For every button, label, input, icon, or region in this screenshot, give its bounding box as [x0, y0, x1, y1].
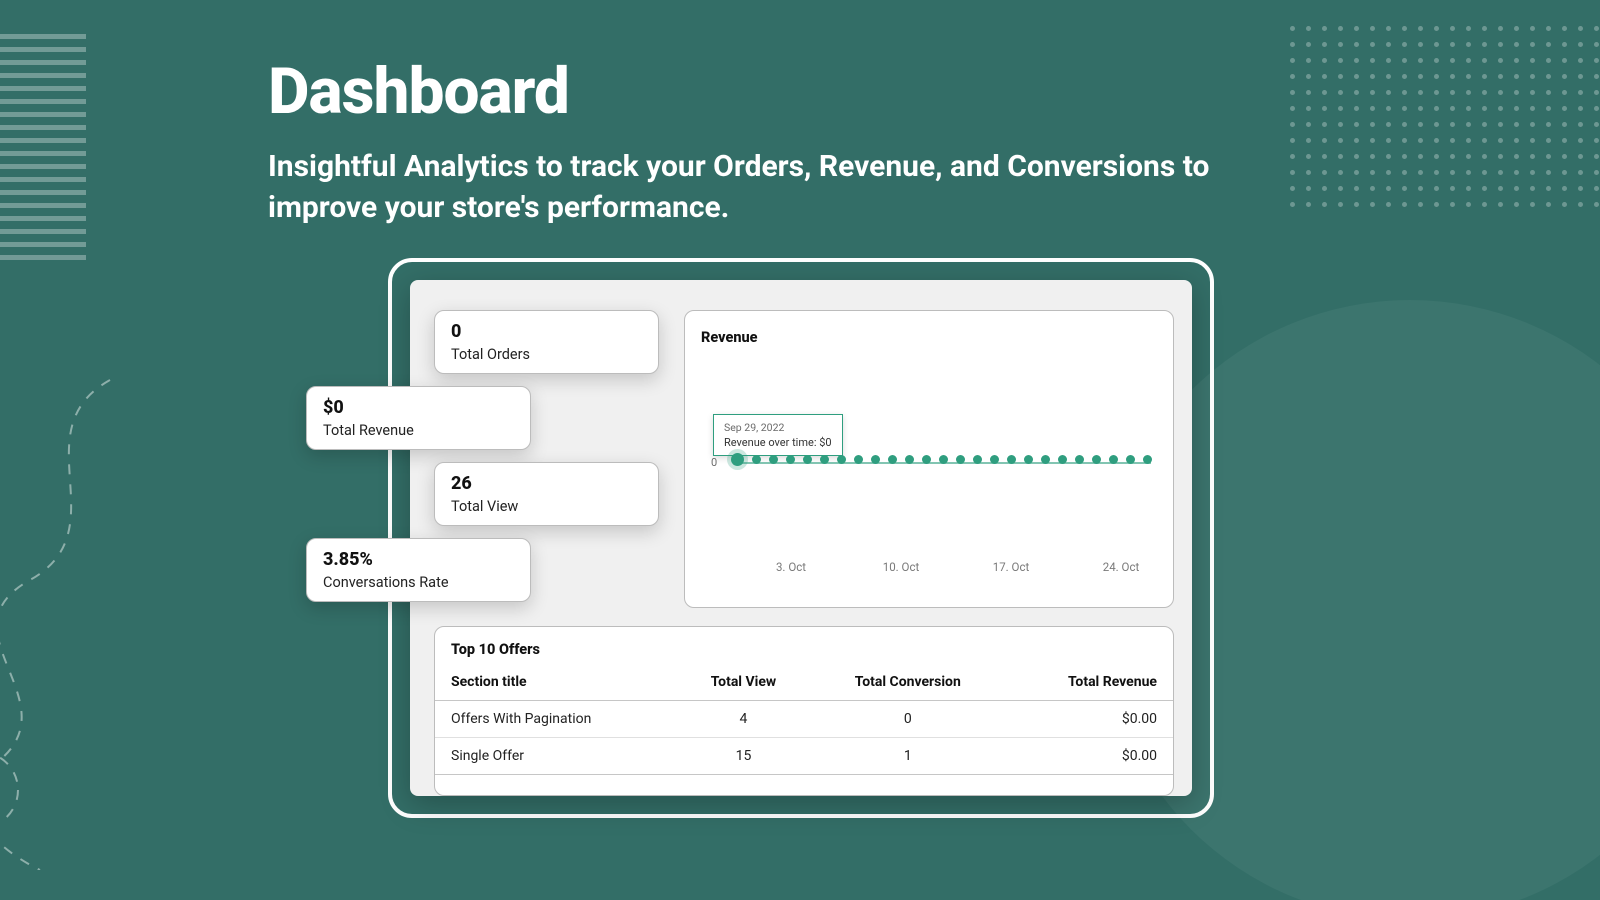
chart-points	[731, 455, 1155, 466]
decoration-squiggle	[0, 370, 160, 870]
metric-total-orders: 0 Total Orders	[434, 310, 659, 374]
table-header-row: Section title Total View Total Conversio…	[435, 664, 1173, 701]
cell-section-title: Single Offer	[435, 738, 675, 775]
cell-total-view: 4	[675, 701, 811, 738]
table-row[interactable]: Single Offer 15 1 $0.00	[435, 738, 1173, 775]
cell-total-view: 15	[675, 738, 811, 775]
col-total-conversion: Total Conversion	[811, 664, 1004, 701]
x-tick: 24. Oct	[1091, 560, 1151, 574]
cell-total-revenue: $0.00	[1004, 701, 1173, 738]
x-axis-ticks: 3. Oct 10. Oct 17. Oct 24. Oct	[761, 560, 1151, 574]
metric-value: 26	[451, 473, 642, 494]
x-tick: 10. Oct	[871, 560, 931, 574]
col-total-view: Total View	[675, 664, 811, 701]
table-row[interactable]: Offers With Pagination 4 0 $0.00	[435, 701, 1173, 738]
table-title: Top 10 Offers	[435, 641, 1173, 664]
metric-label: Total View	[451, 498, 642, 515]
metric-value: 0	[451, 321, 642, 342]
chart-title: Revenue	[701, 329, 1157, 346]
chart-point-highlighted	[731, 453, 744, 466]
tooltip-value: Revenue over time: $0	[724, 436, 832, 449]
decoration-stripes	[0, 34, 86, 260]
metric-value: $0	[323, 397, 514, 418]
cell-total-conversion: 0	[811, 701, 1004, 738]
page-header: Dashboard Insightful Analytics to track …	[268, 54, 1400, 228]
chart-tooltip: Sep 29, 2022 Revenue over time: $0	[713, 414, 843, 456]
cell-section-title: Offers With Pagination	[435, 701, 675, 738]
cell-total-revenue: $0.00	[1004, 738, 1173, 775]
metric-conversion-rate: 3.85% Conversations Rate	[306, 538, 531, 602]
chart-area[interactable]: Sep 29, 2022 Revenue over time: $0 0 3. …	[701, 354, 1157, 574]
metric-total-revenue: $0 Total Revenue	[306, 386, 531, 450]
top-offers-card: Top 10 Offers Section title Total View T…	[434, 626, 1174, 796]
revenue-chart-card: Revenue Sep 29, 2022 Revenue over time: …	[684, 310, 1174, 608]
metric-label: Total Revenue	[323, 422, 514, 439]
x-tick: 17. Oct	[981, 560, 1041, 574]
metric-label: Conversations Rate	[323, 574, 514, 591]
cell-total-conversion: 1	[811, 738, 1004, 775]
y-axis-zero: 0	[711, 456, 717, 469]
page-subtitle: Insightful Analytics to track your Order…	[268, 147, 1318, 228]
metric-label: Total Orders	[451, 346, 642, 363]
metric-total-views: 26 Total View	[434, 462, 659, 526]
x-tick: 3. Oct	[761, 560, 821, 574]
col-section-title: Section title	[435, 664, 675, 701]
page-title: Dashboard	[268, 54, 1400, 129]
col-total-revenue: Total Revenue	[1004, 664, 1173, 701]
tooltip-date: Sep 29, 2022	[724, 421, 832, 434]
offers-table: Section title Total View Total Conversio…	[435, 664, 1173, 775]
metric-value: 3.85%	[323, 549, 514, 570]
